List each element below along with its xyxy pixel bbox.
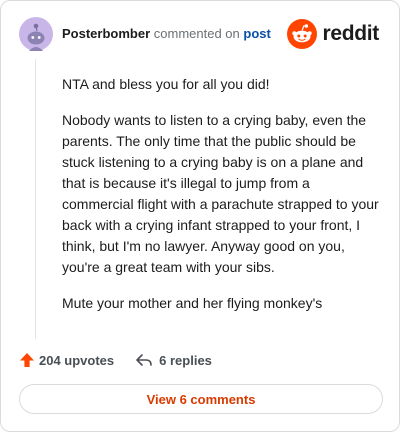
comment-body: NTA and bless you for all you did! Nobod… xyxy=(62,74,380,329)
upvote-count: 204 upvotes xyxy=(39,352,115,368)
thread-line[interactable] xyxy=(35,59,36,339)
comment-meta: Posterbomber commented on post xyxy=(62,26,271,41)
reddit-snoo-icon xyxy=(287,19,318,49)
comment-card: Posterbomber commented on post reddit NT… xyxy=(0,0,400,432)
comment-paragraph: Mute your mother and her flying monkey's xyxy=(62,295,323,311)
upvote-button[interactable]: 204 upvotes xyxy=(19,352,114,368)
view-comments-button[interactable]: View 6 comments xyxy=(19,384,383,414)
comment-header: Posterbomber commented on post reddit xyxy=(19,17,383,53)
reddit-logo: reddit xyxy=(287,17,379,51)
comment-paragraph: NTA and bless you for all you did! xyxy=(62,76,270,92)
post-link[interactable]: post xyxy=(243,26,270,41)
comment-paragraph: Nobody wants to listen to a crying baby,… xyxy=(62,112,379,275)
upvote-arrow-icon xyxy=(20,353,34,367)
comment-actions: 204 upvotes 6 replies xyxy=(19,349,212,371)
reddit-wordmark: reddit xyxy=(322,22,379,45)
user-avatar[interactable] xyxy=(19,17,53,51)
reply-arrow-icon xyxy=(136,354,152,366)
replies-button[interactable]: 6 replies xyxy=(135,352,212,368)
replies-count: 6 replies xyxy=(159,352,212,368)
commented-on-text: commented on xyxy=(153,26,240,41)
username-link[interactable]: Posterbomber xyxy=(62,26,150,41)
